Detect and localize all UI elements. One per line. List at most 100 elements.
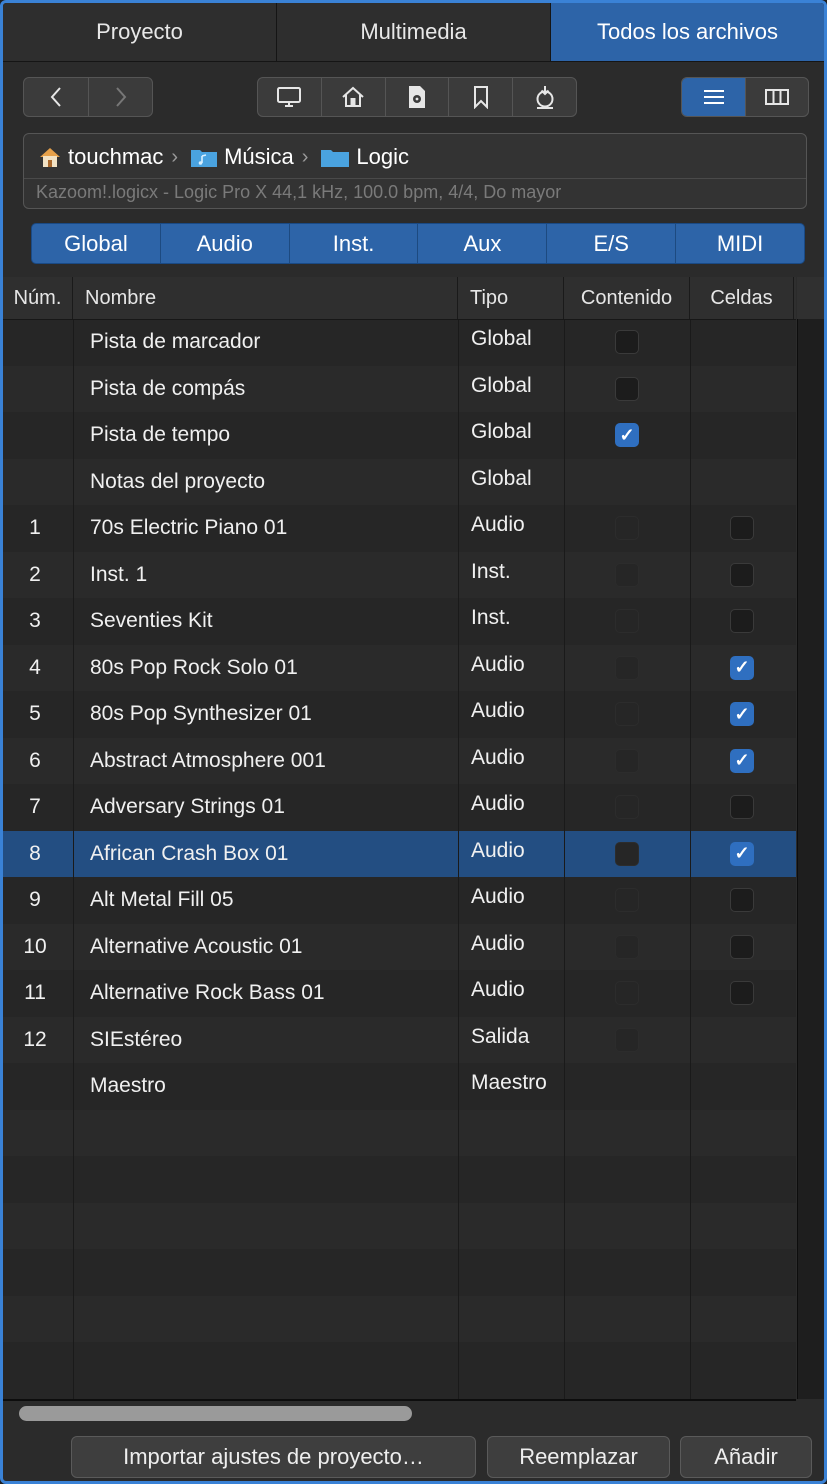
breadcrumb-home[interactable]: touchmac (68, 144, 163, 170)
forward-button[interactable] (89, 78, 152, 116)
track-number: 12 (23, 1027, 47, 1051)
content-checkbox (615, 934, 639, 959)
track-type-filters: Global Audio Inst. Aux E/S MIDI (31, 223, 805, 264)
horizontal-scrollbar[interactable] (19, 1406, 412, 1421)
cells-cell: ✓ (690, 738, 794, 784)
table-row[interactable]: Maestro Maestro (3, 1063, 796, 1109)
filter-inst[interactable]: Inst. (290, 224, 419, 263)
table-row[interactable]: 11 Alternative Rock Bass 01 Audio (3, 970, 796, 1016)
list-view-icon (703, 90, 724, 104)
filter-aux[interactable]: Aux (418, 224, 548, 263)
computer-button[interactable] (258, 78, 322, 116)
bookmarks-button[interactable] (449, 78, 514, 116)
cells-checkbox[interactable] (730, 795, 754, 819)
path-bar: touchmac › Música › Logic Kazoom!.logicx… (23, 133, 807, 209)
table-row[interactable]: 6 Abstract Atmosphere 001 Audio ✓ (3, 737, 796, 784)
track-type: Audio (471, 978, 525, 1001)
header-cells[interactable]: Celdas (690, 277, 794, 319)
table-row[interactable]: 10 Alternative Acoustic 01 Audio (3, 923, 796, 970)
track-number (3, 459, 67, 505)
nav-back-forward (23, 77, 153, 117)
tab-multimedia[interactable]: Multimedia (277, 3, 551, 61)
filter-midi[interactable]: MIDI (676, 224, 804, 263)
content-cell (564, 1063, 690, 1109)
cells-checkbox[interactable] (730, 609, 754, 633)
table-row[interactable]: 3 Seventies Kit Inst. (3, 598, 796, 644)
vertical-scrollbar[interactable] (797, 277, 824, 1399)
checkmark-icon: ✓ (734, 703, 750, 724)
table-row[interactable]: Pista de marcador Global (3, 319, 796, 365)
content-checkbox[interactable]: ✓ (615, 423, 639, 447)
cells-checkbox[interactable] (730, 516, 754, 540)
table-row[interactable]: 8 African Crash Box 01 Audio ✓ (3, 830, 796, 877)
document-button[interactable] (386, 78, 450, 116)
cells-checkbox[interactable] (730, 562, 754, 587)
header-name[interactable]: Nombre (73, 277, 458, 319)
table-row (3, 1249, 796, 1295)
track-number: 5 (29, 702, 41, 725)
table-row[interactable]: Notas del proyecto Global (3, 458, 796, 505)
table-row[interactable]: 5 80s Pop Synthesizer 01 Audio ✓ (3, 691, 796, 737)
column-divider (690, 319, 691, 1399)
content-checkbox[interactable] (615, 376, 639, 401)
tracks-table: Pista de marcador Global Pista de compás Gl… (3, 277, 796, 1401)
cells-checkbox[interactable]: ✓ (730, 655, 754, 680)
import-settings-button[interactable]: Importar ajustes de proyecto… (71, 1436, 476, 1478)
breadcrumb-musica[interactable]: Música (224, 144, 294, 170)
content-cell (564, 319, 690, 365)
track-type: Audio (471, 699, 525, 722)
home-button[interactable] (322, 78, 386, 116)
table-row[interactable]: 12 SIEstéreo Salida (3, 1016, 796, 1063)
cells-checkbox[interactable]: ✓ (730, 702, 754, 726)
content-cell (564, 970, 690, 1016)
track-number: 8 (29, 841, 41, 865)
path-divider (24, 178, 806, 179)
table-row[interactable]: 2 Inst. 1 Inst. (3, 551, 796, 598)
track-type: Inst. (471, 606, 511, 629)
table-row[interactable]: 7 Adversary Strings 01 Audio (3, 784, 796, 830)
cells-cell (690, 459, 794, 505)
header-content[interactable]: Contenido (564, 277, 690, 319)
add-button[interactable]: Añadir (680, 1436, 812, 1478)
content-checkbox (615, 655, 639, 680)
track-type: Audio (471, 652, 525, 676)
column-view-icon (765, 89, 789, 105)
track-number: 7 (29, 795, 41, 818)
table-row[interactable]: 9 Alt Metal Fill 05 Audio (3, 877, 796, 923)
cells-checkbox[interactable]: ✓ (730, 748, 754, 773)
track-name: Pista de compás (90, 376, 246, 400)
track-type: Audio (471, 792, 525, 815)
column-view-button[interactable] (746, 78, 808, 116)
track-number (3, 1063, 67, 1109)
cells-cell: ✓ (690, 831, 794, 877)
replace-button[interactable]: Reemplazar (487, 1436, 670, 1478)
cells-checkbox[interactable] (730, 981, 754, 1005)
chevron-right-icon (115, 87, 126, 107)
cells-checkbox[interactable] (730, 934, 754, 959)
track-name: Alt Metal Fill 05 (90, 888, 234, 911)
tab-todos-los-archivos[interactable]: Todos los archivos (551, 3, 824, 61)
cells-checkbox[interactable] (730, 888, 754, 912)
content-checkbox (615, 841, 639, 866)
filter-global[interactable]: Global (32, 224, 161, 263)
filter-audio[interactable]: Audio (161, 224, 290, 263)
list-view-button[interactable] (682, 78, 746, 116)
content-cell (564, 598, 690, 644)
cells-checkbox[interactable]: ✓ (730, 841, 754, 866)
back-button[interactable] (24, 78, 89, 116)
content-checkbox[interactable] (615, 330, 639, 354)
table-row[interactable]: Pista de tempo Global ✓ (3, 412, 796, 458)
table-row[interactable]: 1 70s Electric Piano 01 Audio (3, 505, 796, 551)
cells-cell: ✓ (690, 645, 794, 691)
header-type[interactable]: Tipo (458, 277, 564, 319)
breadcrumb-logic[interactable]: Logic (356, 144, 409, 170)
table-row[interactable]: Pista de compás Global (3, 365, 796, 412)
filter-es[interactable]: E/S (547, 224, 677, 263)
table-row[interactable]: 4 80s Pop Rock Solo 01 Audio ✓ (3, 644, 796, 691)
tab-proyecto[interactable]: Proyecto (3, 3, 277, 61)
track-type: Audio (471, 745, 525, 769)
track-name: Alternative Acoustic 01 (90, 934, 303, 958)
recent-button[interactable] (513, 78, 576, 116)
header-num[interactable]: Núm. (3, 277, 73, 319)
checkmark-icon: ✓ (734, 843, 750, 863)
